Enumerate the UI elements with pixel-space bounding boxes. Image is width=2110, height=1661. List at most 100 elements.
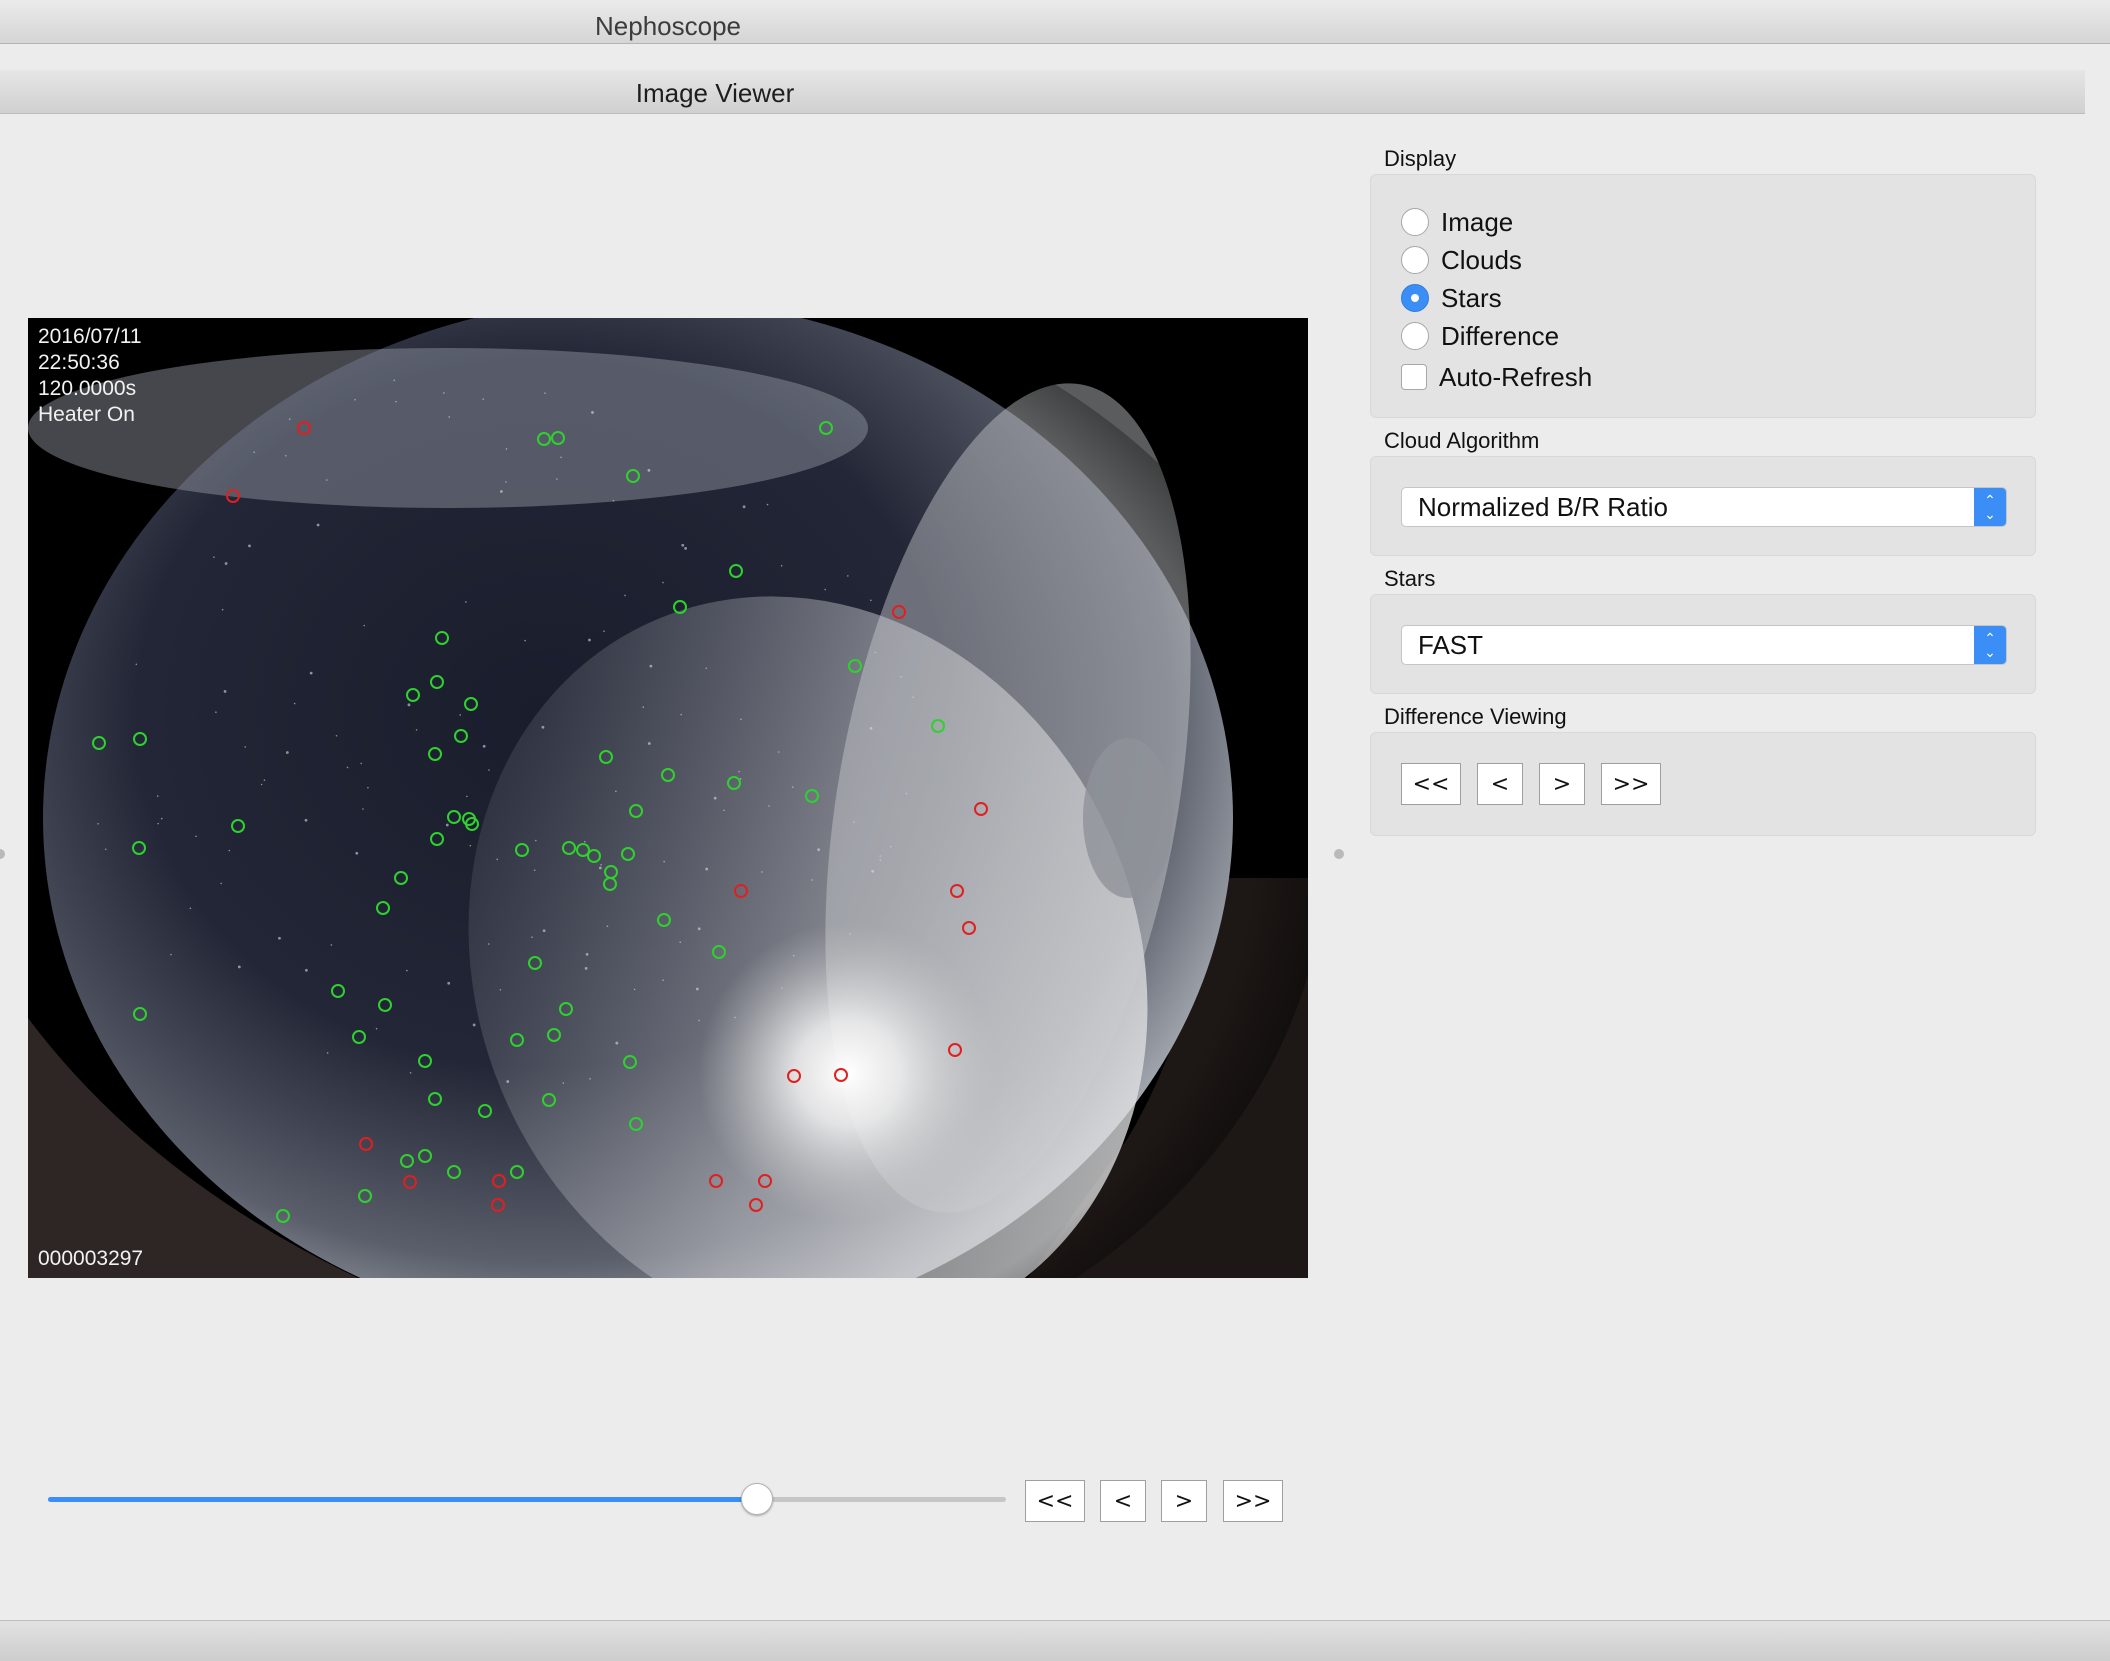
overlay-heater-status: Heater On (38, 402, 142, 428)
status-bar (0, 1620, 2110, 1661)
background-star (500, 989, 502, 991)
radio-clouds-indicator[interactable] (1401, 246, 1429, 274)
background-star (781, 565, 783, 567)
background-star (723, 810, 725, 812)
auto-refresh-box[interactable] (1401, 364, 1427, 390)
radio-difference-indicator[interactable] (1401, 322, 1429, 350)
background-star (634, 989, 636, 991)
playback-prev-button[interactable]: < (1100, 1480, 1146, 1522)
radio-difference-label: Difference (1441, 321, 1559, 352)
background-star (289, 418, 291, 420)
radio-stars-indicator[interactable] (1401, 284, 1429, 312)
splitter-handle-left[interactable] (0, 849, 5, 859)
background-star (738, 771, 740, 773)
stars-label: Stars (1384, 566, 1435, 592)
background-star (190, 908, 192, 910)
background-star (443, 392, 445, 394)
diff-next-button[interactable]: > (1539, 763, 1585, 805)
diff-first-button[interactable]: << (1401, 763, 1461, 805)
playback-first-button[interactable]: << (1025, 1480, 1085, 1522)
background-star (871, 870, 874, 873)
background-star (213, 556, 215, 558)
background-star (305, 819, 308, 822)
background-star (648, 742, 651, 745)
background-star (562, 1082, 564, 1084)
background-star (681, 544, 684, 547)
background-star (849, 933, 851, 935)
background-star (662, 979, 664, 981)
background-star (360, 763, 362, 765)
background-star (238, 965, 241, 968)
background-star (136, 663, 138, 665)
background-star (500, 490, 503, 493)
image-metadata-overlay: 2016/07/11 22:50:36 120.0000s Heater On (38, 324, 142, 428)
background-star (890, 846, 892, 848)
background-star (215, 711, 217, 713)
overlay-time: 22:50:36 (38, 350, 142, 376)
background-star (170, 954, 172, 956)
background-star (326, 479, 328, 481)
playback-last-button[interactable]: >> (1223, 1480, 1283, 1522)
background-star (336, 735, 338, 737)
radio-stars[interactable]: Stars (1401, 281, 1502, 315)
background-star (740, 718, 742, 720)
background-star (331, 944, 333, 946)
radio-clouds[interactable]: Clouds (1401, 243, 1522, 277)
radio-image-indicator[interactable] (1401, 208, 1429, 236)
background-star (613, 500, 615, 502)
background-star (488, 943, 490, 945)
background-star (229, 850, 231, 852)
background-star (768, 805, 770, 807)
cloud-algorithm-group: Normalized B/R Ratio ⌃ ⌄ (1370, 456, 2036, 556)
diff-prev-button[interactable]: < (1477, 763, 1523, 805)
background-star (847, 575, 849, 577)
chevron-up-down-icon[interactable]: ⌃ ⌄ (1974, 488, 2006, 526)
background-star (817, 848, 820, 851)
background-star (483, 745, 486, 748)
radio-image[interactable]: Image (1401, 205, 1513, 239)
background-star (680, 714, 682, 716)
background-star (560, 456, 562, 458)
background-star (278, 937, 281, 940)
background-star (355, 852, 358, 855)
background-star (459, 714, 461, 716)
radio-clouds-label: Clouds (1441, 245, 1522, 276)
background-star (354, 399, 356, 401)
background-star (220, 883, 222, 885)
background-star (698, 1020, 700, 1022)
background-star (705, 667, 707, 669)
background-star (663, 861, 665, 863)
background-star (482, 398, 484, 400)
background-star (740, 778, 742, 780)
background-star (761, 871, 763, 873)
diff-last-button[interactable]: >> (1601, 763, 1661, 805)
cloud-algorithm-select[interactable]: Normalized B/R Ratio ⌃ ⌄ (1401, 487, 2007, 527)
background-star (767, 504, 769, 506)
splitter-handle[interactable] (1334, 849, 1344, 859)
background-star (244, 746, 246, 748)
frame-number: 000003297 (38, 1246, 143, 1272)
background-star (542, 726, 545, 729)
background-star (824, 589, 826, 591)
background-star (648, 469, 651, 472)
background-star (531, 936, 533, 938)
background-star (544, 392, 546, 394)
background-star (393, 380, 395, 382)
background-star (248, 544, 251, 547)
frame-slider-thumb[interactable] (741, 1483, 773, 1515)
cloud-algorithm-label: Cloud Algorithm (1384, 428, 1539, 454)
playback-next-button[interactable]: > (1161, 1480, 1207, 1522)
tab-image-viewer[interactable]: Image Viewer (636, 78, 795, 109)
background-star (705, 868, 708, 871)
background-star (591, 411, 594, 414)
background-star (853, 821, 855, 823)
background-star (406, 970, 408, 972)
overlay-exposure: 120.0000s (38, 376, 142, 402)
display-group: Image Clouds Stars Difference Auto-Refre… (1370, 174, 2036, 418)
radio-difference[interactable]: Difference (1401, 319, 1559, 353)
background-star (161, 818, 163, 820)
stars-select[interactable]: FAST ⌃ ⌄ (1401, 625, 2007, 665)
background-star (607, 925, 609, 927)
auto-refresh-checkbox[interactable]: Auto-Refresh (1401, 360, 1592, 394)
chevron-up-down-icon[interactable]: ⌃ ⌄ (1974, 626, 2006, 664)
